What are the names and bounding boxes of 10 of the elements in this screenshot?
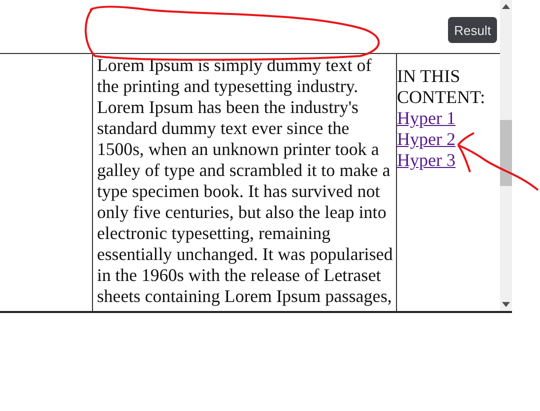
contents-heading: IN THIS CONTENT: [397, 66, 486, 108]
hyperlink[interactable]: Hyper 2 [397, 129, 456, 150]
scrollbar[interactable] [500, 0, 512, 311]
hyperlink[interactable]: Hyper 3 [397, 150, 456, 171]
hyperlink[interactable]: Hyper 1 [397, 108, 456, 129]
result-button[interactable]: Result [448, 17, 497, 43]
paragraph: Lorem Ipsum is simply dummy text of the printing and typesetting industry. Lorem Ipsum has been the industry's standard dummy text ever since the 1500s, when an unknown printer took a galley of type and scrambled it to make a type specimen book. It has survived not only five centuries, but also the leap into electronic typesetting, remaining essentially unchanged. It was popularised in the 1960s with the release of Letraset sheets containing Lorem Ipsum passages, [96, 54, 394, 307]
scrollbar-thumb[interactable] [500, 120, 512, 186]
scroll-down-icon[interactable] [502, 302, 510, 307]
scroll-up-icon[interactable] [502, 4, 510, 9]
